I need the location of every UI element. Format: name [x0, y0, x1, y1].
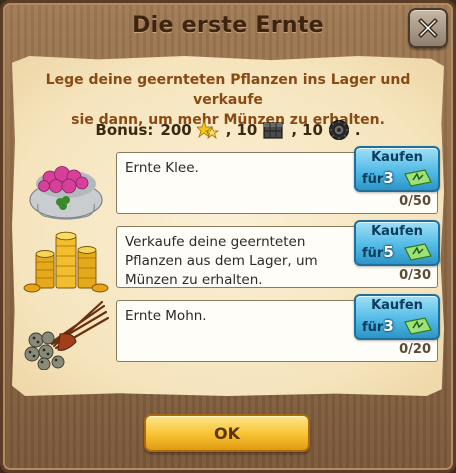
bonus-sep-2: , [291, 121, 298, 139]
dialog-title: Die erste Ernte [132, 12, 324, 38]
bonus-sep-1: , [225, 121, 232, 139]
buy-prefix: für [362, 172, 384, 187]
task-text-poppy: Ernte Mohn. [125, 307, 355, 326]
intro-line-1: Lege deine geernteten Pflanzen ins Lager… [45, 72, 411, 108]
task-progress: 0/20 [399, 342, 431, 357]
task-row-sell: Verkaufe deine geernteten Pflanzen aus d… [22, 220, 442, 296]
task-text-sell: Verkaufe deine geernteten Pflanzen aus d… [125, 233, 355, 290]
buy-button-sell[interactable]: Kaufen für5 [354, 220, 440, 266]
bonus-coins: 200 [160, 121, 192, 139]
buy-price-value: 3 [383, 317, 394, 335]
task-progress: 0/50 [399, 194, 431, 209]
bonus-label: Bonus: [95, 121, 154, 139]
task-text-line-1: Verkaufe deine geernteten [125, 234, 306, 250]
buy-prefix: für [362, 320, 384, 335]
clover-sack-icon [29, 166, 103, 220]
poppy-bundle-icon [24, 300, 110, 370]
buy-button-poppy[interactable]: Kaufen für3 [354, 294, 440, 340]
bonus-row: Bonus: 200 , 10 , 10 . [0, 118, 456, 142]
buy-prefix: für [362, 246, 384, 261]
close-button[interactable] [408, 8, 448, 48]
buy-price: für3 [362, 317, 394, 335]
task-row-clover: Ernte Klee. 0/50 Kaufen für3 [22, 146, 442, 222]
task-text-clover: Ernte Klee. [125, 159, 355, 178]
task-progress: 0/30 [399, 268, 431, 283]
task-text-line-2: Pflanzen aus dem Lager, um [125, 253, 318, 269]
buy-price: für3 [362, 169, 394, 187]
tire-gear-icon [328, 120, 349, 140]
buy-button-clover[interactable]: Kaufen für3 [354, 146, 440, 192]
bonus-item2: 10 [302, 121, 323, 139]
close-x-icon [418, 18, 438, 38]
ok-label: OK [214, 423, 240, 443]
task-text-line-3: Münzen zu erhalten. [125, 272, 263, 288]
cash-icon [404, 317, 432, 335]
title-bar: Die erste Ernte [6, 4, 450, 46]
buy-price: für5 [362, 243, 394, 261]
task-text-line-1: Ernte Mohn. [125, 308, 207, 324]
crate-icon [263, 122, 283, 139]
buy-price-value: 5 [383, 243, 394, 261]
cash-icon [404, 243, 432, 261]
buy-label: Kaufen [371, 224, 423, 239]
task-text-line-1: Ernte Klee. [125, 160, 199, 176]
bonus-item1: 10 [236, 121, 258, 139]
bonus-end: . [354, 121, 361, 139]
gold-coins-icon [23, 231, 109, 293]
cash-icon [404, 169, 432, 187]
buy-price-value: 3 [383, 169, 394, 187]
task-row-poppy: Ernte Mohn. 0/20 Kaufen für3 [22, 294, 442, 370]
stars-icon [196, 119, 219, 140]
ok-button[interactable]: OK [144, 414, 310, 452]
buy-label: Kaufen [371, 298, 423, 313]
buy-label: Kaufen [371, 150, 423, 165]
